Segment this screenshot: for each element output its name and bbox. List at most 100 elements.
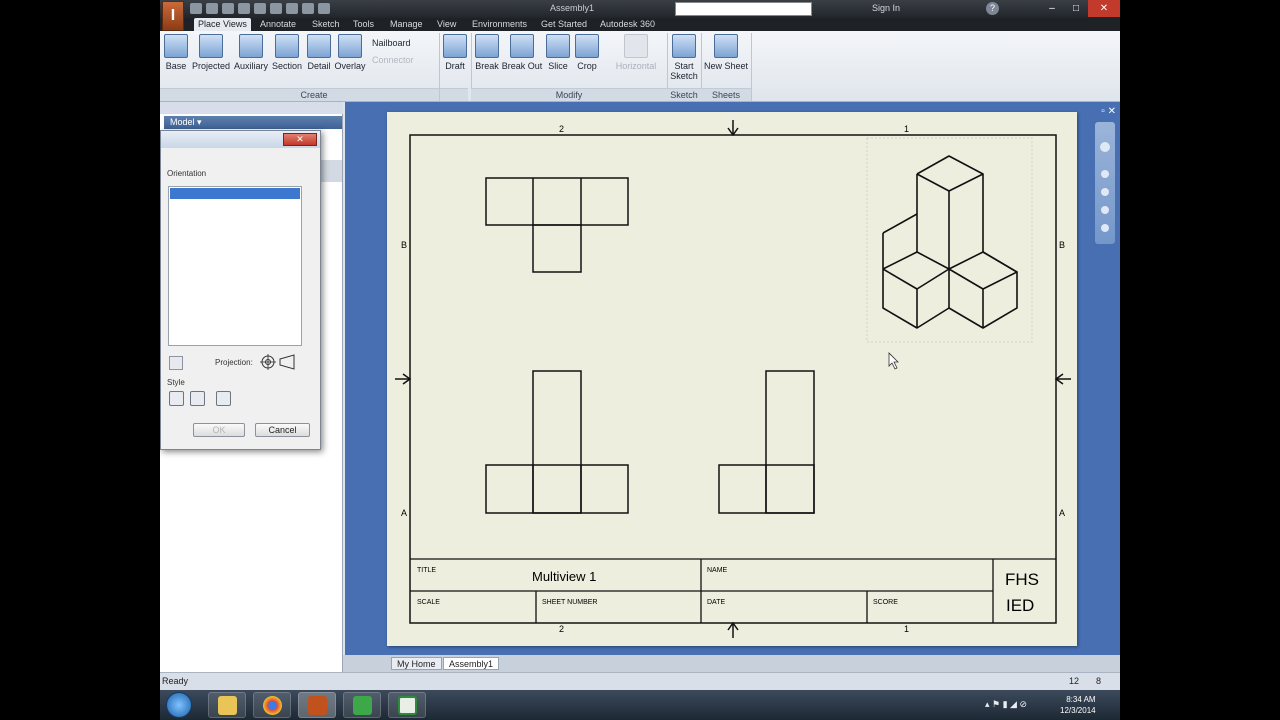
- base-view-label: Base: [165, 61, 187, 71]
- start-sketch-button[interactable]: Start Sketch: [669, 34, 699, 81]
- tab-autodesk-360[interactable]: Autodesk 360: [596, 18, 659, 31]
- zone-label: B: [401, 240, 407, 250]
- save-icon[interactable]: [222, 3, 234, 14]
- new-sheet-button[interactable]: New Sheet: [703, 34, 749, 71]
- horizontal-button[interactable]: Horizontal: [612, 34, 660, 71]
- zoom-all-icon[interactable]: [1101, 206, 1109, 214]
- projected-view-label: Projected: [191, 61, 231, 71]
- shaded-icon[interactable]: [216, 391, 231, 406]
- overlay-view-label: Overlay: [334, 61, 366, 71]
- camtasia-recorder-taskbar-button[interactable]: [388, 692, 426, 718]
- camtasia-taskbar-button[interactable]: [343, 692, 381, 718]
- navigation-bar[interactable]: [1095, 122, 1115, 244]
- orientation-list[interactable]: [168, 186, 302, 346]
- auxiliary-view-button[interactable]: Auxiliary: [233, 34, 269, 71]
- connector-button[interactable]: Connector: [372, 55, 414, 65]
- drawing-sheet[interactable]: 2 1 2 1 B A B A TITLE Multiview 1 NAME S…: [387, 112, 1077, 646]
- detail-view-button[interactable]: Detail: [305, 34, 333, 71]
- status-bar: Ready 12 8: [160, 672, 1120, 690]
- close-button[interactable]: ✕: [1088, 0, 1120, 17]
- centering-marks: [395, 120, 1071, 638]
- zoom-icon[interactable]: [1101, 188, 1109, 196]
- section-view-button[interactable]: Section: [271, 34, 303, 71]
- overlay-view-button[interactable]: Overlay: [334, 34, 366, 71]
- base-view-button[interactable]: Base: [164, 34, 188, 71]
- help-icon[interactable]: ?: [986, 2, 999, 15]
- home-icon[interactable]: [270, 3, 282, 14]
- pan-icon[interactable]: [1101, 170, 1109, 178]
- clock-time: 8:34 AM: [1066, 695, 1096, 704]
- clock-date: 12/3/2014: [1060, 706, 1096, 715]
- quick-access-toolbar: [190, 3, 330, 14]
- tab-manage[interactable]: Manage: [386, 18, 427, 31]
- open-icon[interactable]: [206, 3, 218, 14]
- sign-in-link[interactable]: Sign In: [872, 3, 900, 13]
- tab-place-views[interactable]: Place Views: [194, 18, 251, 31]
- tray-clock[interactable]: 8:34 AM 12/3/2014: [1060, 694, 1096, 716]
- hidden-line-icon[interactable]: [169, 391, 184, 406]
- break-label: Break: [475, 61, 499, 71]
- isometric-view[interactable]: [882, 155, 1018, 329]
- browser-scroll-area[interactable]: [318, 160, 342, 182]
- tab-get-started[interactable]: Get Started: [537, 18, 591, 31]
- hidden-line-removed-icon[interactable]: [190, 391, 205, 406]
- zone-label: A: [401, 508, 407, 518]
- ok-button[interactable]: OK: [193, 423, 245, 437]
- projected-view-button[interactable]: Projected: [191, 34, 231, 71]
- tab-sketch[interactable]: Sketch: [308, 18, 344, 31]
- new-icon[interactable]: [190, 3, 202, 14]
- draft-button[interactable]: Draft: [441, 34, 469, 71]
- top-view[interactable]: [485, 177, 629, 273]
- slice-button[interactable]: Slice: [545, 34, 571, 71]
- break-out-button[interactable]: Break Out: [501, 34, 543, 71]
- graphics-window[interactable]: ▫ ✕ 2 1 2 1 B A B A TITLE Multiview 1 NA…: [345, 102, 1120, 655]
- steering-wheel-icon[interactable]: [1100, 142, 1110, 152]
- canvas-window-controls[interactable]: ▫ ✕: [1101, 106, 1116, 117]
- nailboard-button[interactable]: Nailboard: [372, 38, 411, 48]
- start-button[interactable]: [166, 692, 192, 718]
- scale-field-label: SCALE: [417, 599, 440, 606]
- minimize-button[interactable]: –: [1040, 0, 1064, 17]
- redo-icon[interactable]: [254, 3, 266, 14]
- sketch-group-label: Sketch: [667, 88, 701, 101]
- third-angle-projection-icon[interactable]: [259, 353, 297, 371]
- zone-label: B: [1059, 240, 1065, 250]
- front-view[interactable]: [485, 370, 629, 514]
- dialog-close-button[interactable]: ✕: [283, 133, 317, 146]
- explorer-taskbar-button[interactable]: [208, 692, 246, 718]
- zone-label: 2: [559, 624, 564, 634]
- custom-view-icon[interactable]: [169, 356, 183, 370]
- tab-my-home[interactable]: My Home: [391, 657, 442, 670]
- right-side-view[interactable]: [718, 370, 815, 514]
- draft-icon: [443, 34, 467, 58]
- chrome-taskbar-button[interactable]: [253, 692, 291, 718]
- crop-button[interactable]: Crop: [573, 34, 601, 71]
- break-button[interactable]: Break: [474, 34, 500, 71]
- update-icon[interactable]: [286, 3, 298, 14]
- windows-taskbar: ▴ ⚑ ▮ ◢ ⊘ 8:34 AM 12/3/2014: [160, 690, 1120, 720]
- select-icon[interactable]: [302, 3, 314, 14]
- tab-environments[interactable]: Environments: [468, 18, 531, 31]
- tab-assembly1[interactable]: Assembly1: [443, 657, 500, 670]
- create-group-label: Create: [160, 88, 468, 101]
- system-tray-icons[interactable]: ▴ ⚑ ▮ ◢ ⊘: [985, 699, 1027, 710]
- new-sheet-label: New Sheet: [703, 61, 749, 71]
- chrome-icon: [263, 696, 282, 715]
- browser-header: [160, 102, 343, 114]
- undo-icon[interactable]: [238, 3, 250, 14]
- window-controls: – □ ✕: [1040, 0, 1120, 17]
- cancel-button[interactable]: Cancel: [255, 423, 310, 437]
- look-at-icon[interactable]: [1101, 224, 1109, 232]
- help-search-input[interactable]: [675, 2, 812, 16]
- drawing-title[interactable]: Multiview 1: [532, 569, 596, 584]
- maximize-button[interactable]: □: [1064, 0, 1088, 17]
- model-dropdown[interactable]: Model ▾: [164, 116, 342, 129]
- start-sketch-label: Start Sketch: [670, 61, 698, 81]
- material-icon[interactable]: [318, 3, 330, 14]
- orientation-selected-item[interactable]: [170, 188, 300, 199]
- inventor-taskbar-button[interactable]: [298, 692, 336, 718]
- tab-view[interactable]: View: [433, 18, 460, 31]
- tab-tools[interactable]: Tools: [349, 18, 378, 31]
- tab-annotate[interactable]: Annotate: [256, 18, 300, 31]
- application-menu-button[interactable]: I: [162, 1, 184, 31]
